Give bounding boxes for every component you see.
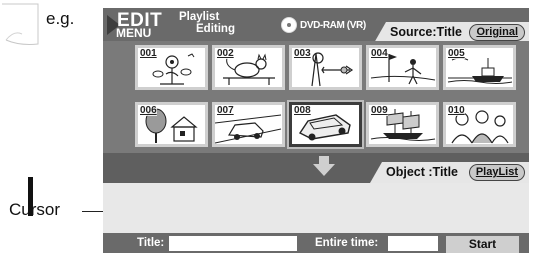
thumbnail-001[interactable]: 001 [135,45,208,90]
thumbnail-number: 007 [217,105,234,116]
title-field [169,236,297,251]
mode-title: Playlist Editing [179,11,235,35]
thumbnail-number: 001 [140,48,157,59]
disc-icon [281,17,297,33]
thumbnail-number: 004 [371,48,388,59]
cursor-bar [28,177,33,216]
source-bar: Source:Title Original [374,22,529,43]
thumbnail-number: 005 [448,48,465,59]
thumbnail-number: 003 [294,48,311,59]
entire-time-field [388,236,438,251]
object-bar: Object :Title PlayList [370,162,529,183]
mode-title-line2: Editing [196,23,235,35]
playlist-button[interactable]: PlayList [468,164,525,181]
cursor-callout-label: Cursor [9,200,61,219]
thumbnail-number: 006 [140,105,157,116]
edit-menu-badge: EDIT MENU [107,10,171,40]
source-label: Source:Title [390,25,463,39]
footer-bar: Title: Entire time: Start [103,233,529,253]
entire-time-label: Entire time: [315,237,379,249]
thumbnail-grid: 001 002 003 004 005 006 007 008 009 010 [103,41,529,153]
thumbnail-007[interactable]: 007 [212,102,285,147]
decorative-arc-icon [2,3,39,45]
thumbnail-010[interactable]: 010 [443,102,516,147]
example-label: e.g. [46,9,75,28]
object-label: Object :Title [386,165,459,179]
thumbnail-number: 008 [294,105,311,116]
disc-type-label: DVD-RAM (VR) [300,20,366,31]
start-button[interactable]: Start [446,236,519,253]
thumbnail-number: 002 [217,48,234,59]
down-arrow-icon [313,156,335,176]
mode-title-line1: Playlist [179,11,220,23]
thumbnail-008[interactable]: 008 [287,100,364,149]
playlist-work-area[interactable] [103,183,529,233]
thumbnail-002[interactable]: 002 [212,45,285,90]
menu-label: MENU [116,26,152,40]
thumbnail-006[interactable]: 006 [135,102,208,147]
edit-menu-screen: EDIT MENU Playlist Editing DVD-RAM (VR) … [103,8,529,253]
source-bar-slant [374,22,386,43]
object-bar-slant [370,162,382,183]
thumbnail-009[interactable]: 009 [366,102,439,147]
thumbnail-003[interactable]: 003 [289,45,362,90]
original-button[interactable]: Original [469,24,525,41]
title-label: Title: [137,237,165,249]
thumbnail-number: 009 [371,105,388,116]
thumbnail-number: 010 [448,105,465,116]
thumbnail-005[interactable]: 005 [443,45,516,90]
thumbnail-004[interactable]: 004 [366,45,439,90]
